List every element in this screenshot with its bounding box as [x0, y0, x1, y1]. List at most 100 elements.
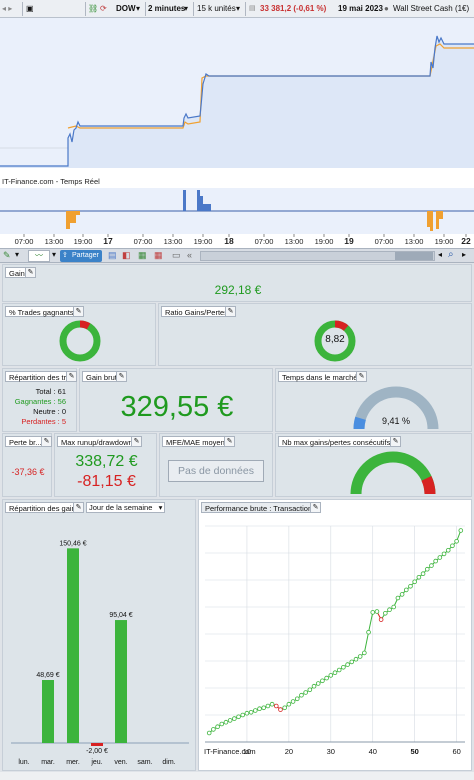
pin-icon[interactable]: ✎	[224, 436, 235, 447]
pin-icon[interactable]: ✎	[73, 306, 84, 317]
perf-point	[345, 662, 350, 667]
no-data-button[interactable]: Pas de données	[168, 460, 264, 482]
chevron-down-icon[interactable]: ▾	[15, 250, 19, 259]
chart-source-label: IT-Finance.com - Temps Réel	[2, 177, 100, 186]
perf-point	[378, 617, 384, 622]
bar-value-label: 150,46 €	[59, 540, 86, 547]
perf-point	[416, 574, 422, 580]
save-icon[interactable]: ▭	[172, 250, 181, 261]
pin-icon[interactable]: ✎	[390, 436, 401, 447]
perf-point	[353, 656, 359, 662]
pin-icon[interactable]: ✎	[25, 267, 36, 278]
collapse-icon[interactable]: «	[187, 250, 192, 260]
instrument-name: Wall Street Cash (1€)	[393, 4, 470, 13]
perf-point	[429, 563, 434, 568]
perf-point	[244, 710, 250, 716]
pin-icon[interactable]: ✎	[310, 502, 321, 513]
symbol-selector[interactable]: DOW	[116, 2, 136, 16]
bar-value-label: -2,00 €	[86, 748, 108, 755]
perf-point	[370, 610, 376, 615]
perf-point	[424, 566, 430, 572]
price-chart-svg: IT-Finance.com - Temps Réel 07:00 13:00 19…	[0, 18, 474, 248]
perf-point	[294, 696, 300, 702]
perf-point	[290, 699, 296, 704]
winning-trades: Gagnantes : 56	[14, 397, 66, 406]
gain-bar	[42, 680, 54, 743]
perf-point	[450, 543, 455, 549]
scrollbar-thumb[interactable]	[395, 252, 433, 260]
perf-point	[320, 678, 325, 684]
panel-title: Répartition des gains	[5, 502, 84, 513]
volume-bar-negative	[70, 211, 76, 223]
scroll-right-icon[interactable]: ▸	[462, 250, 466, 259]
perf-point	[257, 706, 262, 712]
footer-disclaimer	[0, 772, 474, 780]
x-tick-label: 20	[285, 747, 293, 756]
pin-icon[interactable]: ✎	[116, 371, 127, 382]
compare-icon[interactable]: ▣	[26, 2, 34, 16]
grouping-select[interactable]: Jour de la semaine ▾	[86, 502, 166, 513]
pin-icon[interactable]: ✎	[66, 371, 77, 382]
perf-point	[261, 705, 267, 711]
total-trades: Total : 61	[35, 387, 66, 396]
neutral-trades: Neutre : 0	[33, 407, 66, 416]
runup-drawdown-panel: Max runup/drawdown ✎ 338,72 € -81,15 €	[54, 433, 157, 497]
pin-icon[interactable]: ✎	[131, 436, 142, 447]
gross-gain-value: 329,55 €	[120, 391, 234, 423]
perf-point	[206, 730, 212, 736]
perf-point	[315, 681, 321, 686]
category-label: dim.	[162, 759, 175, 766]
perf-point	[445, 547, 451, 553]
perf-point	[357, 654, 363, 659]
interval-selector[interactable]: 2 minutes	[148, 2, 185, 16]
volume-bar-negative	[430, 211, 433, 231]
max-drawdown-value: -81,15 €	[77, 473, 136, 490]
chevron-down-icon[interactable]: ▾	[184, 2, 188, 16]
win-rate-donut	[59, 320, 101, 362]
pin-icon[interactable]: ✎	[41, 436, 52, 447]
gain-bar	[91, 743, 103, 746]
time-in-market-panel: Temps dans le marché ✎ 9,41 %	[275, 368, 472, 432]
perf-point	[282, 705, 287, 711]
bell-icon[interactable]: ▤	[249, 2, 256, 16]
chevron-down-icon[interactable]: ▾	[236, 2, 240, 16]
perf-point	[324, 675, 329, 681]
zoom-icon[interactable]: ⌕	[448, 249, 454, 260]
performance-line-chart: 10 20 30 40 50 60	[205, 525, 465, 756]
price-chart[interactable]: IT-Finance.com - Temps Réel 07:00 13:00 19…	[0, 18, 474, 248]
units-selector[interactable]: 15 k unités	[197, 2, 236, 16]
category-label: ven.	[114, 759, 127, 766]
perf-point	[307, 687, 313, 693]
nav-arrows-icon[interactable]: ◂ ▸	[2, 2, 12, 16]
panel-title: MFE/MAE moyen	[162, 436, 229, 447]
scroll-left-icon[interactable]: ◂	[438, 250, 442, 259]
category-label: sam.	[137, 759, 152, 766]
indicator-icon[interactable]: 〰	[28, 250, 50, 262]
current-date: 19 mai 2023	[338, 4, 383, 13]
perf-point	[366, 629, 371, 635]
chevron-down-icon[interactable]: ▾	[136, 2, 140, 16]
perf-segment	[368, 612, 374, 633]
perf-point	[403, 587, 409, 593]
chevron-down-icon[interactable]: ▾	[52, 250, 56, 259]
draw-tool-icon[interactable]: ✎	[3, 250, 11, 261]
link-icon[interactable]: ⛓	[88, 2, 98, 16]
perf-point	[399, 592, 405, 597]
list-icon[interactable]: ▦	[138, 250, 147, 261]
perf-point	[383, 611, 388, 616]
panel-title: Nb max gains/pertes consécutifs	[278, 436, 395, 447]
note-icon[interactable]: ▤	[108, 250, 117, 261]
time-label: 17	[103, 236, 113, 246]
perf-point	[408, 584, 413, 589]
pin-icon[interactable]: ✎	[225, 306, 236, 317]
pin-icon[interactable]: ✎	[73, 502, 84, 513]
gross-loss-panel: Perte br... ✎ -37,36 €	[2, 433, 52, 497]
gain-bar	[67, 548, 79, 743]
pin-icon[interactable]: ✎	[356, 371, 367, 382]
sync-icon[interactable]: ⟳	[100, 2, 107, 16]
alert-icon[interactable]: ◧	[122, 250, 131, 261]
grid-icon[interactable]: ▦	[154, 250, 163, 261]
time-label: 07:00	[255, 237, 274, 246]
gauge-loss-segment	[421, 476, 436, 495]
share-button[interactable]: ⇪ Partager	[60, 250, 102, 262]
